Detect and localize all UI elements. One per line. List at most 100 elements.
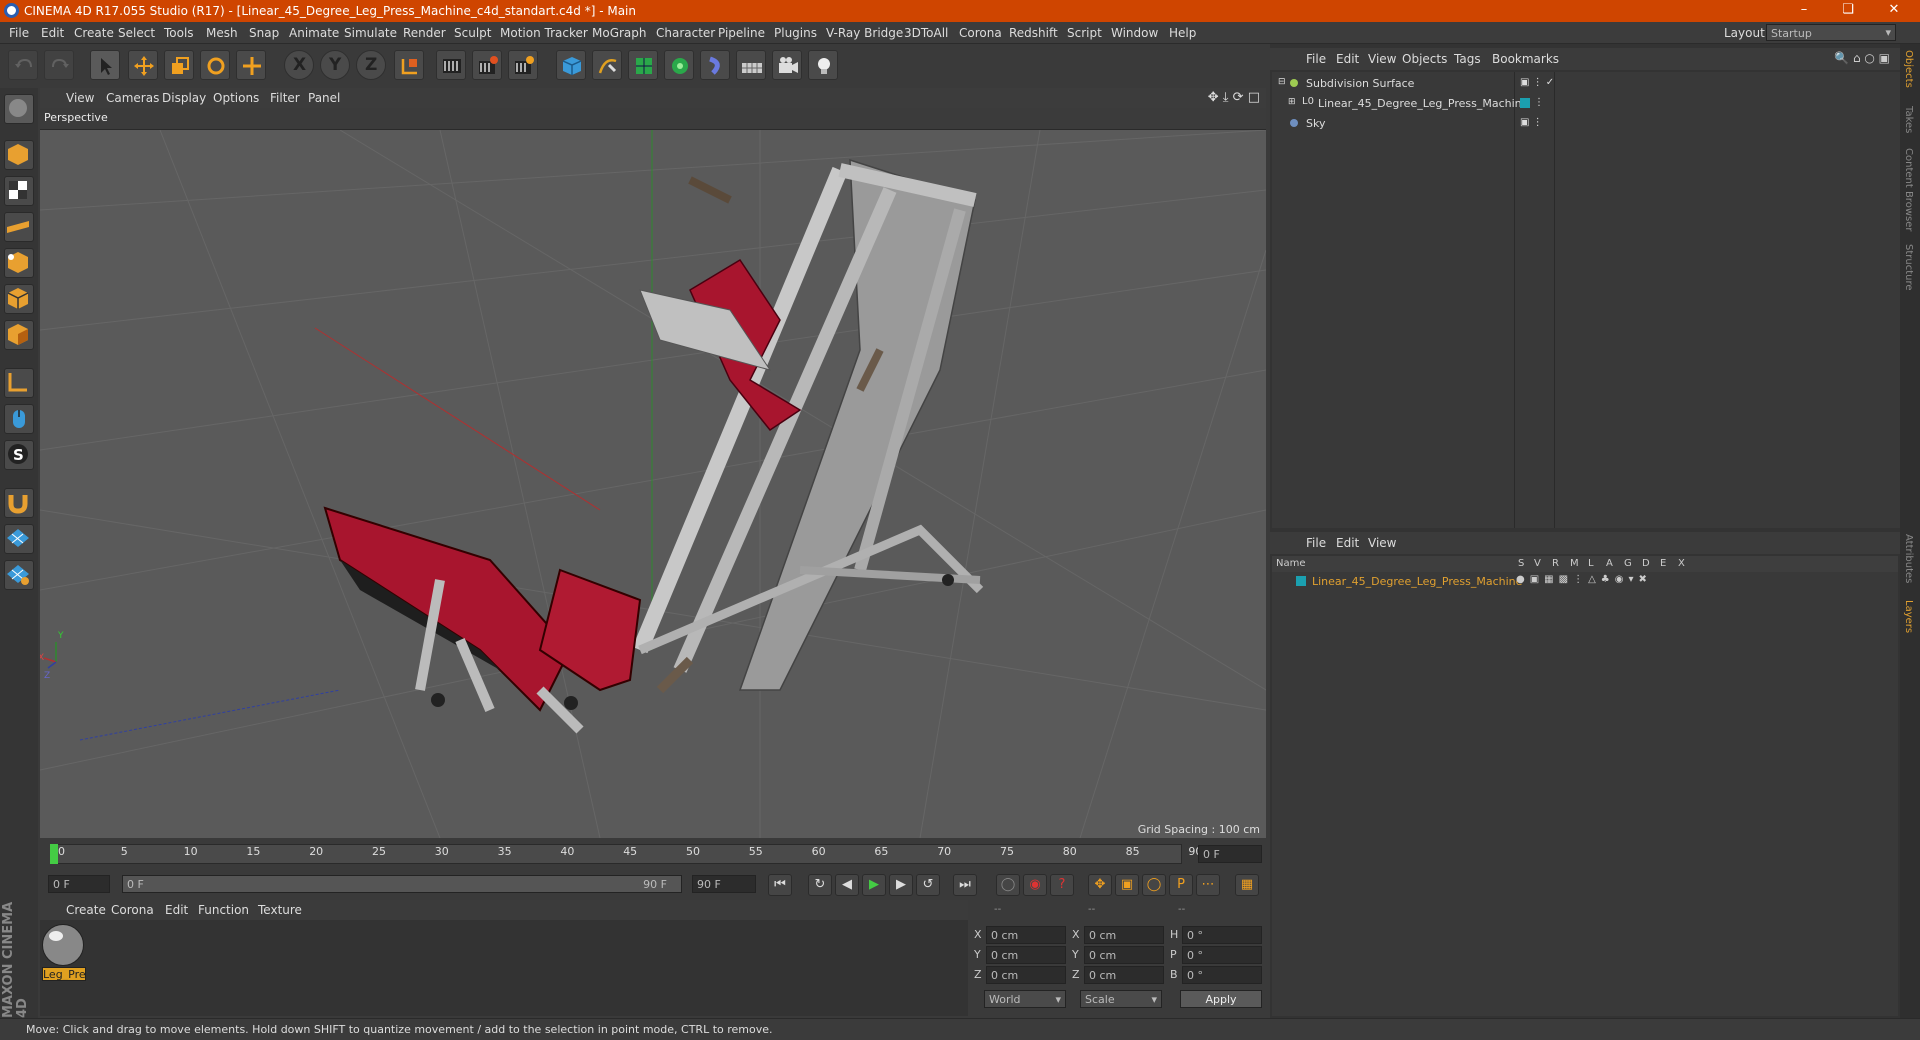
play-icon[interactable]: ▶ bbox=[862, 874, 886, 896]
magnet-icon[interactable] bbox=[4, 488, 34, 518]
layer-color-icon[interactable] bbox=[1296, 576, 1306, 586]
edges-mode-icon[interactable] bbox=[4, 248, 34, 278]
material-menu-texture[interactable]: Texture bbox=[258, 903, 302, 917]
key-parameter-icon[interactable]: P bbox=[1169, 874, 1193, 896]
menu-sculpt[interactable]: Sculpt bbox=[454, 26, 491, 40]
coord-size-z-field[interactable]: 0 cm bbox=[1084, 966, 1164, 984]
viewport-nav-icons[interactable]: ✥ ⤓ ⟳ □ bbox=[1208, 90, 1260, 105]
menu-script[interactable]: Script bbox=[1067, 26, 1102, 40]
previous-frame-icon[interactable]: ◀ bbox=[835, 874, 859, 896]
menu-select[interactable]: Select bbox=[118, 26, 155, 40]
menu-window[interactable]: Window bbox=[1111, 26, 1158, 40]
viewport-menu-display[interactable]: Display bbox=[162, 91, 206, 105]
render-view-icon[interactable] bbox=[436, 50, 466, 80]
apply-button[interactable]: Apply bbox=[1180, 990, 1262, 1008]
visibility-dots-icon[interactable]: ⋮ bbox=[1534, 97, 1544, 108]
key-selection-icon[interactable]: ? bbox=[1050, 874, 1074, 896]
mouse-tweak-icon[interactable] bbox=[4, 404, 34, 434]
x-axis-icon[interactable]: X bbox=[284, 50, 314, 80]
camera-icon[interactable] bbox=[772, 50, 802, 80]
objects-menu-view[interactable]: View bbox=[1368, 52, 1396, 66]
cloner-icon[interactable] bbox=[664, 50, 694, 80]
layers-menu-view[interactable]: View bbox=[1368, 536, 1396, 550]
viewport-menu-cameras[interactable]: Cameras bbox=[106, 91, 159, 105]
move-axes-icon[interactable] bbox=[236, 50, 266, 80]
layout-dropdown[interactable]: Startup ▾ bbox=[1766, 24, 1896, 41]
next-key-icon[interactable]: ↺ bbox=[916, 874, 940, 896]
objects-search-icons[interactable]: 🔍 ⌂ ○ ▣ bbox=[1834, 51, 1890, 65]
menu-motion-tracker[interactable]: Motion Tracker bbox=[500, 26, 588, 40]
start-frame-field[interactable]: 0 F bbox=[48, 875, 110, 893]
points-mode-icon[interactable] bbox=[4, 212, 34, 242]
restore-button[interactable]: ❏ bbox=[1826, 0, 1870, 22]
coord-rotation-b-field[interactable]: 0 ° bbox=[1182, 966, 1262, 984]
layer-row[interactable]: Linear_45_Degree_Leg_Press_Machine ●▣▦▩⋮… bbox=[1272, 572, 1900, 592]
end-frame-field[interactable]: 90 F bbox=[692, 875, 756, 893]
go-to-end-icon[interactable]: ⏭ bbox=[953, 874, 977, 896]
next-frame-icon[interactable]: ▶ bbox=[889, 874, 913, 896]
viewport-menu-view[interactable]: View bbox=[66, 91, 94, 105]
coord-position-x-field[interactable]: 0 cm bbox=[986, 926, 1066, 944]
material-menu-corona[interactable]: Corona bbox=[111, 903, 154, 917]
key-position-icon[interactable]: ✥ bbox=[1088, 874, 1112, 896]
menu-snap[interactable]: Snap bbox=[249, 26, 279, 40]
menu-mesh[interactable]: Mesh bbox=[206, 26, 238, 40]
menu-vray-bridge[interactable]: V-Ray Bridge bbox=[826, 26, 903, 40]
menu-mograph[interactable]: MoGraph bbox=[592, 26, 647, 40]
menu-corona[interactable]: Corona bbox=[959, 26, 1002, 40]
texture-mode-icon[interactable] bbox=[4, 140, 34, 170]
menu-character[interactable]: Character bbox=[656, 26, 715, 40]
key-rotation-icon[interactable]: ◯ bbox=[1142, 874, 1166, 896]
expand-icon[interactable]: ⊟ bbox=[1278, 77, 1286, 87]
object-row-leg-press[interactable]: ⊞ L0 Linear_45_Degree_Leg_Press_Machine … bbox=[1272, 94, 1900, 114]
deformer-icon[interactable] bbox=[700, 50, 730, 80]
coord-space-dropdown[interactable]: World ▾ bbox=[984, 990, 1066, 1008]
redo-icon[interactable] bbox=[44, 50, 74, 80]
object-row-sky[interactable]: Sky ▣ ⋮ bbox=[1272, 114, 1900, 134]
objects-menu-file[interactable]: File bbox=[1306, 52, 1326, 66]
coord-rotation-h-field[interactable]: 0 ° bbox=[1182, 926, 1262, 944]
close-button[interactable]: ✕ bbox=[1872, 0, 1916, 22]
menu-render[interactable]: Render bbox=[403, 26, 446, 40]
viewport-perspective[interactable]: Y X Z Grid Spacing : 100 cm bbox=[40, 130, 1266, 838]
record-keys-icon[interactable]: ◯ bbox=[996, 874, 1020, 896]
grid-snap-icon[interactable] bbox=[4, 524, 34, 554]
light-icon[interactable] bbox=[808, 50, 838, 80]
menu-help[interactable]: Help bbox=[1169, 26, 1196, 40]
menu-create[interactable]: Create bbox=[74, 26, 114, 40]
expand-icon[interactable]: ⊞ bbox=[1288, 97, 1296, 107]
render-settings-icon[interactable] bbox=[508, 50, 538, 80]
current-frame-field[interactable]: 0 F bbox=[1198, 845, 1262, 863]
workplane-icon[interactable] bbox=[4, 176, 34, 206]
rotate-icon[interactable] bbox=[200, 50, 230, 80]
previous-key-icon[interactable]: ↻ bbox=[808, 874, 832, 896]
tab-structure[interactable]: Structure bbox=[1903, 244, 1914, 291]
menu-3dtoall[interactable]: 3DToAll bbox=[904, 26, 948, 40]
minimize-button[interactable]: – bbox=[1782, 0, 1826, 22]
coord-size-x-field[interactable]: 0 cm bbox=[1084, 926, 1164, 944]
coordinate-system-icon[interactable] bbox=[394, 50, 424, 80]
menu-simulate[interactable]: Simulate bbox=[344, 26, 397, 40]
preview-range-slider[interactable]: 0 F 90 F bbox=[122, 875, 682, 893]
grid-lock-icon[interactable] bbox=[4, 560, 34, 590]
viewport-menu-options[interactable]: Options bbox=[213, 91, 259, 105]
tab-attributes[interactable]: Attributes bbox=[1903, 534, 1914, 583]
material-menu-function[interactable]: Function bbox=[198, 903, 249, 917]
coord-position-y-field[interactable]: 0 cm bbox=[986, 946, 1066, 964]
objects-menu-tags[interactable]: Tags bbox=[1454, 52, 1481, 66]
z-axis-icon[interactable]: Z bbox=[356, 50, 386, 80]
coord-mode-dropdown[interactable]: Scale ▾ bbox=[1080, 990, 1162, 1008]
floor-icon[interactable] bbox=[736, 50, 766, 80]
objects-menu-bookmarks[interactable]: Bookmarks bbox=[1492, 52, 1559, 66]
layer-color-icon[interactable] bbox=[1520, 98, 1530, 108]
timeline-window-icon[interactable]: ▦ bbox=[1235, 874, 1259, 896]
axis-icon[interactable] bbox=[4, 320, 34, 350]
coord-position-z-field[interactable]: 0 cm bbox=[986, 966, 1066, 984]
menu-pipeline[interactable]: Pipeline bbox=[718, 26, 765, 40]
render-picture-icon[interactable] bbox=[472, 50, 502, 80]
viewport-menu-panel[interactable]: Panel bbox=[308, 91, 340, 105]
objects-menu-edit[interactable]: Edit bbox=[1336, 52, 1359, 66]
menu-redshift[interactable]: Redshift bbox=[1009, 26, 1058, 40]
key-pla-icon[interactable]: ⋯ bbox=[1196, 874, 1220, 896]
move-icon[interactable] bbox=[128, 50, 158, 80]
